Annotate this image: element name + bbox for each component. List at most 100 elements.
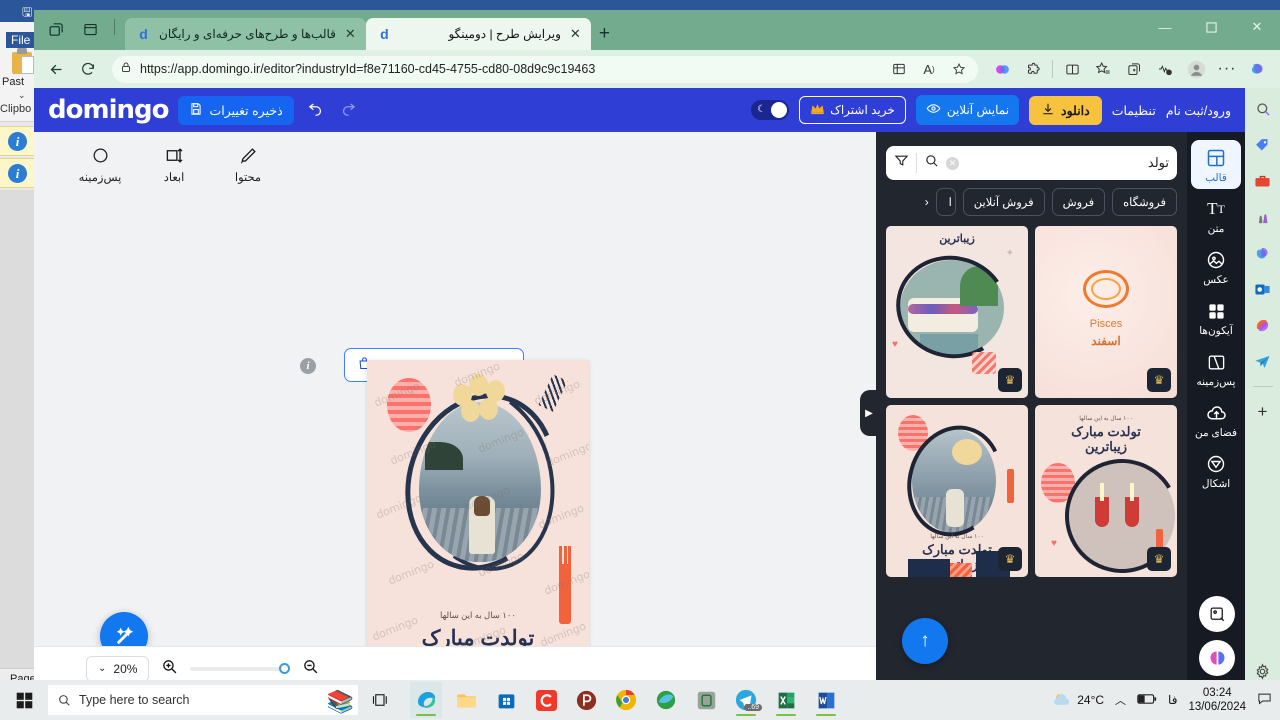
split-view-icon[interactable]: [1058, 55, 1086, 83]
tool-background[interactable]: پس‌زمینه: [74, 144, 126, 184]
ai-brain-icon[interactable]: [1199, 640, 1235, 676]
browser-tab-1[interactable]: d قالب‌ها و طرح‌های حرفه‌ای و رایگان ✕: [125, 18, 366, 50]
buy-subscription-button[interactable]: خرید اشتراک: [799, 96, 906, 124]
chip-partial[interactable]: ا: [935, 188, 956, 216]
word-file-tab[interactable]: File: [6, 32, 36, 48]
sidebar-designer-icon[interactable]: [1252, 314, 1274, 336]
favorite-star-icon[interactable]: [948, 58, 970, 80]
sidebar-outlook-icon[interactable]: [1252, 278, 1274, 300]
sidebar-shopping-icon[interactable]: [1252, 134, 1274, 156]
scroll-to-top-button[interactable]: ↑: [902, 618, 948, 664]
profile-avatar[interactable]: [1182, 55, 1210, 83]
taskbar-store-icon[interactable]: [490, 682, 522, 718]
search-box[interactable]: تولد ✕: [886, 146, 1177, 180]
tool-dimensions[interactable]: ابعاد: [148, 144, 200, 184]
sidebar-tools-icon[interactable]: [1252, 170, 1274, 192]
browser-tab-2[interactable]: d ویرایش طرح | دومینگو ✕: [365, 18, 591, 50]
back-icon[interactable]: [42, 55, 70, 83]
start-button[interactable]: [0, 692, 48, 709]
taskbar-p-app-icon[interactable]: [570, 682, 602, 718]
copilot-brain-icon[interactable]: [988, 55, 1016, 83]
tray-expand-icon[interactable]: ︿: [1115, 692, 1126, 708]
dark-mode-toggle[interactable]: ☾: [751, 100, 790, 120]
redo-icon[interactable]: [337, 99, 360, 121]
undo-icon[interactable]: [304, 99, 327, 121]
image-text-tool-icon[interactable]: [1199, 596, 1235, 632]
template-card[interactable]: ۱۰۰ سال به این سالها تولدت مبارک زیباتری…: [1035, 405, 1177, 577]
taskbar-word-icon[interactable]: [810, 682, 842, 718]
taskbar-telegram-icon[interactable]: ..69: [730, 682, 762, 718]
copilot-icon[interactable]: [1244, 55, 1272, 83]
rail-item-shapes[interactable]: اشکال: [1191, 446, 1241, 495]
save-changes-button[interactable]: ذخیره تغییرات: [178, 95, 294, 125]
reload-icon[interactable]: [74, 55, 102, 83]
word-paste-chevron-icon[interactable]: ⌄: [18, 90, 26, 101]
tool-content[interactable]: محتوا: [222, 144, 274, 184]
search-icon[interactable]: [924, 153, 939, 173]
sidebar-telegram-icon[interactable]: [1252, 350, 1274, 372]
favorites-icon[interactable]: [1089, 55, 1117, 83]
taskbar-edge-icon[interactable]: [410, 682, 442, 718]
clear-icon[interactable]: ✕: [946, 156, 959, 170]
chip-online-sale[interactable]: فروش آنلاین: [962, 188, 1045, 216]
rail-item-icons[interactable]: آیکون‌ها: [1191, 293, 1241, 342]
split-screen-icon[interactable]: [888, 58, 910, 80]
battery-icon[interactable]: [1137, 693, 1157, 708]
read-aloud-icon[interactable]: A): [918, 58, 940, 80]
browser-menu-icon[interactable]: ···: [1213, 55, 1241, 83]
tab-copy-icon[interactable]: [44, 17, 68, 41]
chip-store[interactable]: فروشگاه: [1112, 188, 1177, 216]
maximize-button[interactable]: [1188, 10, 1234, 44]
word-save-icon[interactable]: 🖫: [22, 3, 32, 24]
tab-close-icon[interactable]: ✕: [568, 26, 583, 42]
sidebar-settings-gear-icon[interactable]: [1252, 660, 1274, 682]
language-indicator[interactable]: فا: [1168, 693, 1177, 707]
tab-actions-icon[interactable]: [78, 17, 102, 41]
zoom-in-icon[interactable]: [161, 658, 178, 680]
rail-item-text[interactable]: TT متن: [1191, 191, 1241, 240]
search-input[interactable]: تولد: [966, 155, 1169, 171]
minimize-button[interactable]: —: [1142, 10, 1188, 44]
extensions-icon[interactable]: [1019, 55, 1047, 83]
notification-icon[interactable]: [1257, 691, 1272, 709]
panel-collapse-handle[interactable]: ▶: [860, 390, 878, 436]
zoom-level-select[interactable]: ⌄ 20%: [86, 655, 150, 682]
taskbar-clock[interactable]: 03:24 13/06/2024: [1188, 686, 1246, 715]
rail-item-image[interactable]: عکس: [1191, 242, 1241, 291]
chip-sale[interactable]: فروش: [1051, 188, 1106, 216]
taskbar-chrome-icon[interactable]: [610, 682, 642, 718]
collections-icon[interactable]: [1120, 55, 1148, 83]
taskbar-search-box[interactable]: Type here to search 📚: [48, 685, 358, 715]
sidebar-copilot-icon[interactable]: [1252, 242, 1274, 264]
taskbar-jdownloader-icon[interactable]: [650, 682, 682, 718]
taskbar-c-app-icon[interactable]: [530, 682, 562, 718]
filter-icon[interactable]: [894, 153, 909, 173]
address-bar[interactable]: https://app.domingo.ir/editor?industryId…: [112, 55, 978, 83]
sidebar-search-icon[interactable]: [1252, 98, 1274, 120]
sidebar-games-icon[interactable]: [1252, 206, 1274, 228]
settings-link[interactable]: تنظیمات: [1112, 103, 1156, 118]
word-paste-icon[interactable]: [8, 48, 36, 74]
cart-info-icon[interactable]: i: [300, 358, 316, 374]
weather-widget[interactable]: 24°C: [1052, 691, 1104, 709]
close-button[interactable]: ✕: [1234, 10, 1280, 44]
new-tab-button[interactable]: +: [591, 23, 618, 50]
login-register-link[interactable]: ورود/ثبت نام: [1166, 103, 1231, 118]
taskbar-file-explorer-icon[interactable]: [450, 682, 482, 718]
rail-item-background[interactable]: پس‌زمینه: [1191, 344, 1241, 393]
template-card[interactable]: زیباترین ♥ ✦ ♛: [886, 226, 1028, 398]
tab-close-icon[interactable]: ✕: [343, 26, 358, 42]
sidebar-add-icon[interactable]: +: [1252, 401, 1274, 423]
template-card[interactable]: ۱۰۰ سال به این سالها تولدت مبارک زیباتری…: [886, 405, 1028, 577]
taskbar-app-icon[interactable]: [690, 682, 722, 718]
zoom-slider[interactable]: [190, 662, 291, 674]
browser-essentials-icon[interactable]: [1151, 55, 1179, 83]
chevron-left-icon[interactable]: ‹: [925, 195, 929, 209]
rail-item-template[interactable]: قالب: [1191, 140, 1241, 189]
zoom-out-icon[interactable]: [302, 658, 319, 680]
online-preview-button[interactable]: نمایش آنلاین: [915, 95, 1020, 125]
taskbar-excel-icon[interactable]: [770, 682, 802, 718]
download-button[interactable]: دانلود: [1029, 95, 1102, 125]
design-canvas[interactable]: ۱۰۰ سال به این سالها تولدت مبارک زیباتری…: [367, 360, 589, 690]
template-card[interactable]: Pisces اسفند ♛: [1035, 226, 1177, 398]
